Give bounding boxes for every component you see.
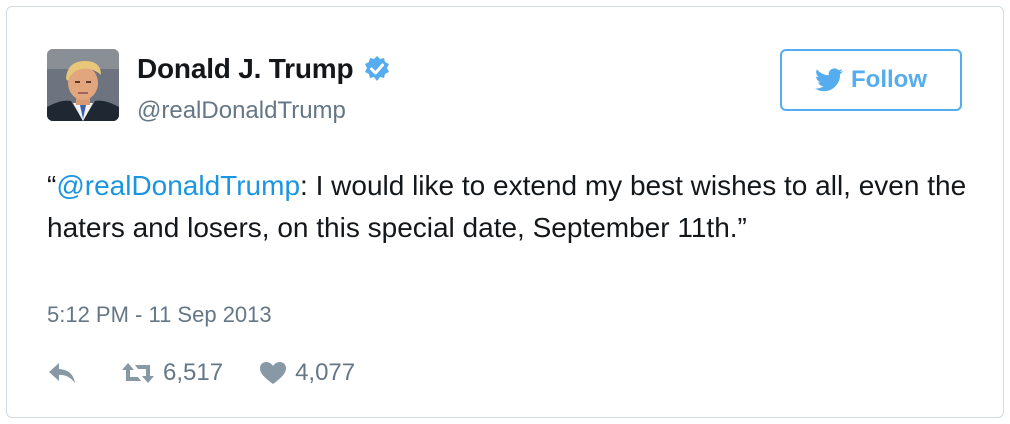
retweet-count: 6,517 <box>163 359 224 386</box>
like-button[interactable]: 4,077 <box>259 359 355 387</box>
like-count: 4,077 <box>295 359 356 386</box>
mention-link[interactable]: @realDonaldTrump <box>56 170 300 201</box>
tweet-text: “@realDonaldTrump: I would like to exten… <box>47 165 987 249</box>
author-handle[interactable]: @realDonaldTrump <box>137 97 346 125</box>
reply-button[interactable] <box>47 361 77 385</box>
retweet-button[interactable]: 6,517 <box>121 359 223 387</box>
follow-label: Follow <box>851 66 927 93</box>
heart-icon <box>260 362 287 384</box>
tweet-actions: 6,517 4,077 <box>47 359 355 387</box>
author-name[interactable]: Donald J. Trump <box>137 53 354 85</box>
follow-button[interactable]: Follow <box>780 49 962 111</box>
reply-icon <box>49 363 75 383</box>
tweet-timestamp[interactable]: 5:12 PM - 11 Sep 2013 <box>47 302 272 328</box>
author-name-row: Donald J. Trump <box>137 53 391 85</box>
avatar[interactable] <box>47 49 119 121</box>
open-quote: “ <box>47 170 57 201</box>
tweet-card: Donald J. Trump @realDonaldTrump Follow … <box>6 6 1004 418</box>
twitter-bird-icon <box>815 68 843 92</box>
verified-badge-icon <box>365 56 390 81</box>
retweet-icon <box>122 363 154 383</box>
